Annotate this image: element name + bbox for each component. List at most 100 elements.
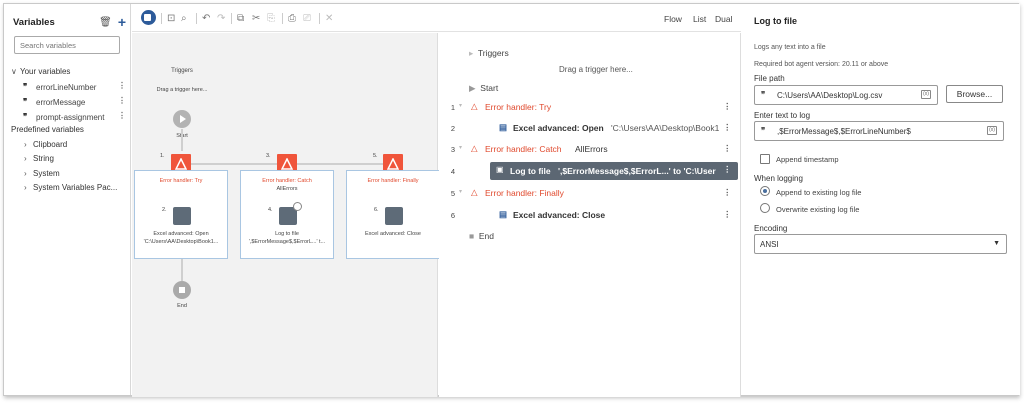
block-title: Error handler: Try (159, 178, 203, 184)
child-line2: ',$ErrorMessage$,$ErrorL...' t... (248, 239, 326, 245)
view-list-tab[interactable]: List (693, 14, 706, 24)
append-radio[interactable] (760, 186, 770, 196)
excel-icon[interactable] (385, 207, 403, 225)
variable-icon: ❞ (23, 112, 28, 121)
predefined-label: System Variables Pac... (33, 183, 118, 192)
more-icon[interactable]: ⋮ (118, 81, 126, 90)
block-title: Error handler: Finally (367, 178, 419, 184)
append-timestamp-label: Append timestamp (776, 155, 839, 164)
file-path-field[interactable]: ❞ C:\Users\AA\Desktop\Log.csv (x) (754, 85, 938, 105)
your-variables-section[interactable]: ∨ Your variables (11, 67, 70, 76)
app-window: Variables 🗑 + ∨Your variables ❞ errorLine… (3, 3, 1020, 397)
row-text: Error handler: Try (485, 102, 552, 112)
search-variables-input[interactable] (14, 36, 120, 54)
list-row-5[interactable]: 5 ▾ △ Error handler: Finally ⋮ (439, 183, 741, 203)
paste-icon[interactable]: ⎘ (267, 13, 275, 24)
block-number: 5. (373, 153, 378, 159)
copy-icon[interactable]: ⧉ (237, 13, 244, 24)
overwrite-radio[interactable] (760, 203, 770, 213)
text-to-log-label: Enter text to log (754, 111, 811, 120)
variable-item[interactable]: ❞ prompt-assignment ⋮ (4, 111, 131, 125)
child-line2: 'C:\Users\AA\Desktop\Book1... (143, 239, 219, 245)
list-row-1[interactable]: 1 ▾ △ Error handler: Try ⋮ (439, 97, 741, 117)
predefined-label: System (33, 169, 60, 178)
block-title: Error handler: Catch (262, 178, 312, 184)
more-icon[interactable]: ⋮ (723, 164, 732, 175)
selected-row[interactable]: ▣ Log to file ',$ErrorMessage$,$ErrorL..… (490, 162, 738, 180)
action-description: Logs any text into a file (754, 44, 826, 51)
text-to-log-field[interactable]: ❞ ,$ErrorMessage$,$ErrorLineNumber$ (x) (754, 121, 1004, 141)
row-number: 2 (450, 124, 455, 133)
more-icon[interactable]: ⋮ (118, 111, 126, 120)
predefined-item[interactable]: › Clipboard (24, 140, 67, 149)
variable-icon[interactable]: (x) (987, 126, 997, 135)
view-flow-tab[interactable]: Flow (664, 14, 682, 24)
more-icon[interactable]: ⋮ (723, 187, 732, 198)
list-triggers[interactable]: ▸ Triggers (469, 48, 509, 59)
version-requirement: Required bot agent version: 20.11 or abo… (754, 61, 889, 68)
block-number: 3. (266, 153, 271, 159)
excel-icon: ▤ (499, 122, 508, 132)
list-row-2[interactable]: 2 ▤ Excel advanced: Open 'C:\Users\AA\De… (439, 118, 741, 138)
error-handler-icon: △ (471, 101, 478, 111)
list-row-3[interactable]: 3 ▾ △ Error handler: Catch AllErrors ⋮ (439, 139, 741, 159)
disable-icon[interactable]: ⎚ (303, 13, 311, 24)
more-icon[interactable]: ⋮ (723, 122, 732, 133)
list-row-4[interactable]: 4 ▣ Log to file ',$ErrorMessage$,$ErrorL… (439, 161, 741, 181)
error-handler-catch-block[interactable]: Error handler: Catch AllErrors 4. Log to… (240, 170, 334, 259)
excel-icon: ▤ (499, 209, 508, 219)
variable-icon: ❞ (23, 82, 28, 91)
predefined-item[interactable]: › System (24, 169, 60, 178)
when-logging-label: When logging (754, 174, 803, 183)
delete-icon[interactable]: 🗑 (99, 17, 112, 28)
flow-drag-trigger: Drag a trigger here... (156, 87, 208, 93)
start-node[interactable] (173, 110, 191, 128)
row-number: 3 (450, 145, 455, 154)
block-subtitle: AllErrors (276, 186, 298, 192)
list-row-6[interactable]: 6 ▤ Excel advanced: Close ⋮ (439, 205, 741, 225)
predefined-item[interactable]: › System Variables Pac... (24, 183, 117, 192)
predefined-label: String (33, 154, 54, 163)
encoding-value: ANSI (760, 240, 779, 249)
select-icon[interactable]: ⊡ (167, 13, 175, 24)
view-dual-tab[interactable]: Dual (715, 14, 732, 24)
error-handler-finally-block[interactable]: Error handler: Finally 6. Excel advanced… (346, 170, 440, 259)
more-icon[interactable]: ⋮ (723, 101, 732, 112)
file-path-value: C:\Users\AA\Desktop\Log.csv (777, 91, 883, 100)
redo-icon[interactable]: ↷ (217, 13, 225, 24)
search-icon[interactable]: ⌕ (181, 13, 187, 24)
debug-icon[interactable]: ✕ (325, 13, 333, 24)
cut-icon[interactable]: ✂ (252, 13, 260, 24)
error-handler-try-block[interactable]: Error handler: Try 2. Excel advanced: Op… (134, 170, 228, 259)
more-icon[interactable]: ⋮ (723, 143, 732, 154)
quote-icon: ❞ (761, 90, 766, 99)
more-icon[interactable]: ⋮ (118, 96, 126, 105)
section-label: Your variables (20, 67, 71, 76)
error-handler-icon: △ (471, 187, 478, 197)
variable-item[interactable]: ❞ errorLineNumber ⋮ (4, 81, 131, 95)
row-extra: 'C:\Users\AA\Desktop\Book1.xl... (611, 123, 719, 133)
log-file-icon: ▣ (496, 165, 504, 174)
record-icon[interactable] (141, 10, 156, 25)
quote-icon: ❞ (761, 126, 766, 135)
chevron-right-icon: › (24, 154, 27, 163)
append-timestamp-checkbox[interactable] (760, 154, 770, 164)
encoding-select[interactable]: ANSI ▼ (754, 234, 1007, 254)
excel-icon[interactable] (173, 207, 191, 225)
row-text: Error handler: Finally (485, 188, 564, 198)
row-text: Log to file (510, 166, 551, 176)
row-extra: AllErrors (575, 144, 608, 154)
undo-icon[interactable]: ↶ (202, 13, 210, 24)
add-variable-icon[interactable]: + (118, 14, 126, 30)
browse-button[interactable]: Browse... (946, 85, 1003, 103)
list-start: ▶ Start (469, 83, 499, 93)
variable-label: errorMessage (36, 98, 86, 107)
more-icon[interactable]: ⋮ (723, 209, 732, 220)
variable-item[interactable]: ❞ errorMessage ⋮ (4, 96, 131, 110)
variable-label: prompt-assignment (36, 113, 105, 122)
end-node[interactable] (173, 281, 191, 299)
variable-icon[interactable]: (x) (921, 90, 931, 99)
child-number: 4. (268, 207, 273, 213)
enable-icon[interactable]: ⎙ (288, 13, 296, 24)
predefined-item[interactable]: › String (24, 154, 54, 163)
